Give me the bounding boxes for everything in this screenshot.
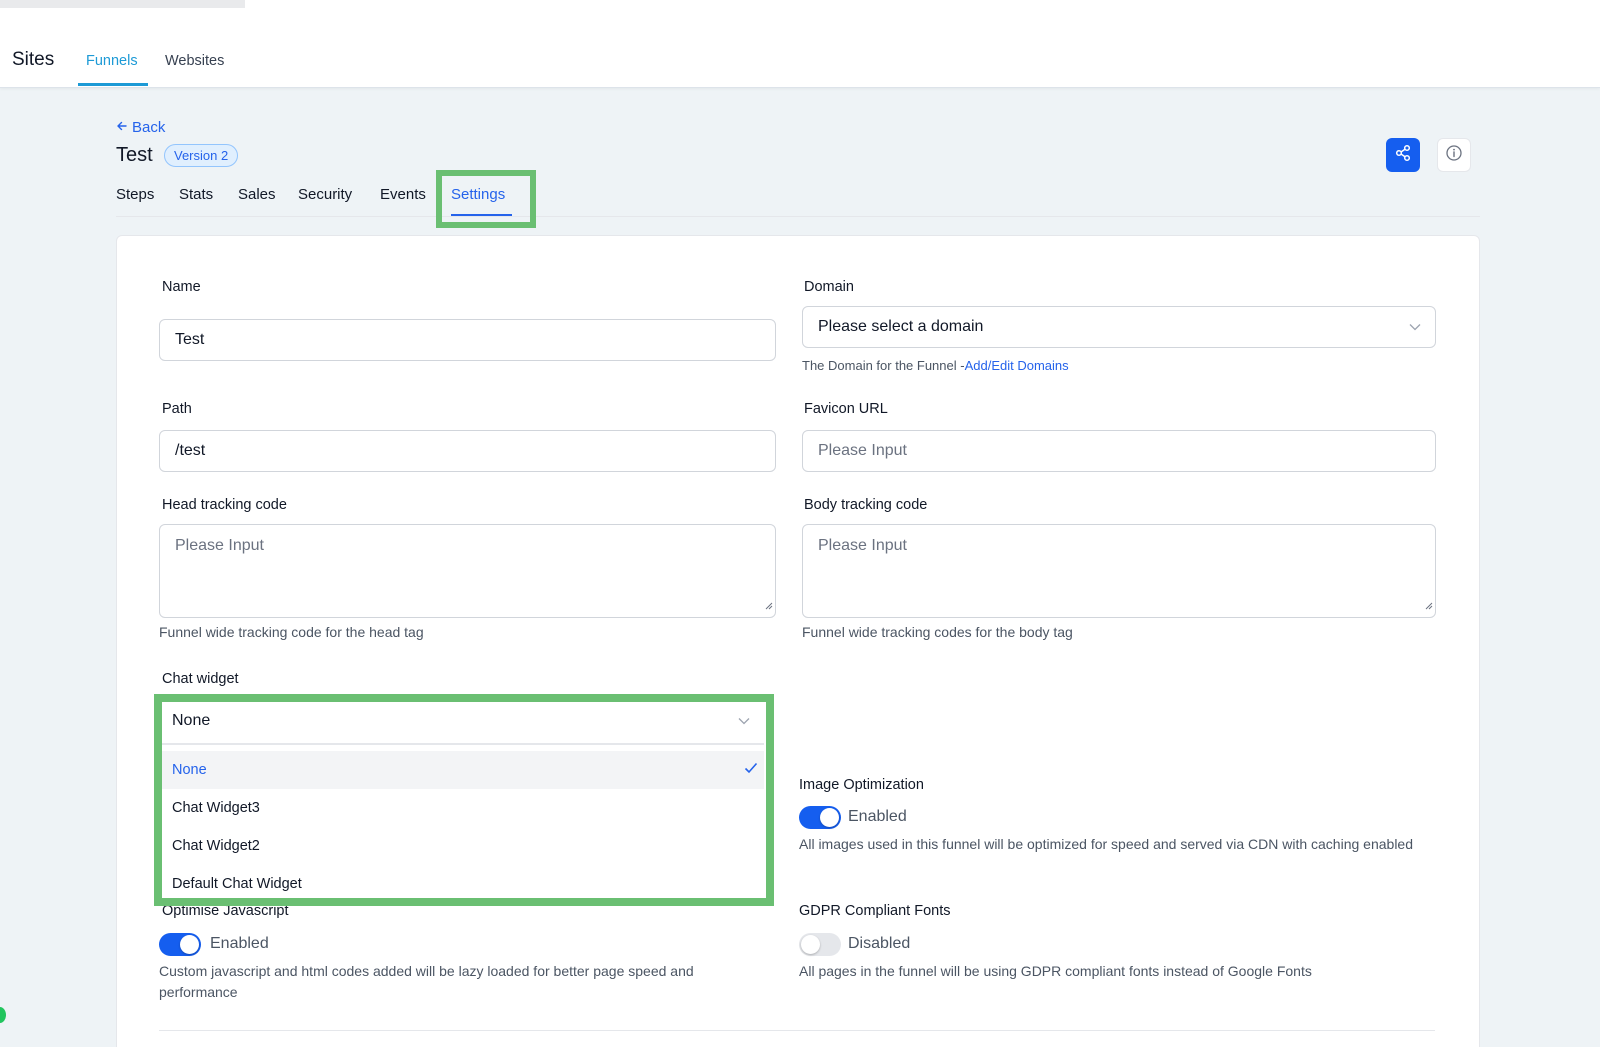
chat-widget-highlight xyxy=(154,694,774,906)
head-code-help: Funnel wide tracking code for the head t… xyxy=(159,624,424,640)
path-input[interactable]: /test xyxy=(159,430,776,472)
tab-websites[interactable]: Websites xyxy=(165,53,224,69)
resize-grip-icon[interactable] xyxy=(764,597,773,615)
tab-steps[interactable]: Steps xyxy=(116,186,154,203)
image-optimization-label: Image Optimization xyxy=(799,777,924,793)
domain-select-value: Please select a domain xyxy=(818,318,984,335)
head-code-placeholder: Please Input xyxy=(175,537,264,554)
toggle-knob xyxy=(820,808,839,827)
info-button[interactable] xyxy=(1437,138,1471,172)
tabs-divider xyxy=(116,216,1480,217)
add-edit-domains-link[interactable]: Add/Edit Domains xyxy=(965,358,1069,373)
back-label: Back xyxy=(132,119,166,136)
image-optimization-toggle[interactable] xyxy=(799,806,841,829)
back-link[interactable]: Back xyxy=(116,119,165,136)
tab-events[interactable]: Events xyxy=(380,186,426,203)
name-input[interactable]: Test xyxy=(159,319,776,361)
optimise-js-state: Enabled xyxy=(210,935,269,952)
body-code-placeholder: Please Input xyxy=(818,537,907,554)
head-code-label: Head tracking code xyxy=(162,497,287,513)
status-dot xyxy=(0,1007,6,1023)
image-optimization-help: All images used in this funnel will be o… xyxy=(799,836,1413,852)
info-icon xyxy=(1445,144,1463,167)
chevron-down-icon xyxy=(1409,318,1421,336)
tab-sales[interactable]: Sales xyxy=(238,186,276,203)
domain-select[interactable]: Please select a domain xyxy=(802,306,1436,348)
version-badge: Version 2 xyxy=(164,144,239,167)
name-label: Name xyxy=(162,279,201,295)
share-button[interactable] xyxy=(1386,138,1420,172)
share-icon xyxy=(1394,144,1412,167)
chat-widget-label: Chat widget xyxy=(162,671,239,687)
gdpr-fonts-help: All pages in the funnel will be using GD… xyxy=(799,963,1312,979)
gdpr-fonts-toggle[interactable] xyxy=(799,933,841,956)
domain-help-text: The Domain for the Funnel - xyxy=(802,358,965,373)
optimise-js-toggle[interactable] xyxy=(159,933,201,956)
tab-funnels[interactable]: Funnels xyxy=(86,53,138,69)
toggle-knob xyxy=(801,935,820,954)
tab-stats[interactable]: Stats xyxy=(179,186,213,203)
resize-grip-icon[interactable] xyxy=(1424,597,1433,615)
favicon-input[interactable]: Please Input xyxy=(802,430,1436,472)
domain-help: The Domain for the Funnel -Add/Edit Doma… xyxy=(802,355,1069,376)
gdpr-fonts-state: Disabled xyxy=(848,935,911,952)
sites-title: Sites xyxy=(12,49,55,70)
settings-tab-highlight xyxy=(436,170,536,228)
image-optimization-state: Enabled xyxy=(848,808,907,825)
top-strip xyxy=(0,0,245,8)
top-bar: Sites Funnels Websites xyxy=(0,0,1600,88)
card-divider xyxy=(159,1030,1435,1031)
body-code-help: Funnel wide tracking codes for the body … xyxy=(802,624,1073,640)
path-label: Path xyxy=(162,401,192,417)
body-code-textarea[interactable]: Please Input xyxy=(802,524,1436,618)
arrow-left-icon xyxy=(116,119,128,136)
body-code-label: Body tracking code xyxy=(804,497,928,513)
optimise-js-help: Custom javascript and html codes added w… xyxy=(159,963,694,1000)
favicon-label: Favicon URL xyxy=(804,401,888,417)
toggle-knob xyxy=(180,935,199,954)
page-title: Test xyxy=(116,144,153,166)
head-code-textarea[interactable]: Please Input xyxy=(159,524,776,618)
tab-funnels-underline xyxy=(78,83,148,86)
gdpr-fonts-label: GDPR Compliant Fonts xyxy=(799,903,951,919)
domain-label: Domain xyxy=(804,279,854,295)
tab-security[interactable]: Security xyxy=(298,186,352,203)
